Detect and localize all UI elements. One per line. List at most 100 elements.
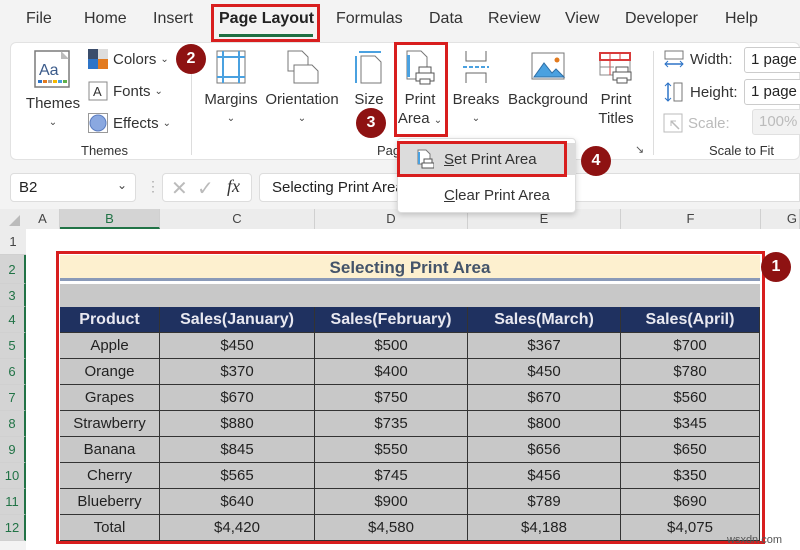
orientation-button[interactable]: Orientation ⌄ xyxy=(263,49,341,128)
print-titles-label-line1: Print xyxy=(600,91,632,108)
highlight-selected-range xyxy=(56,251,765,544)
select-all-button[interactable] xyxy=(0,209,26,229)
colors-button[interactable]: Colors ⌄ xyxy=(88,49,169,69)
confirm-icon[interactable]: ✓ xyxy=(197,176,214,201)
tab-formulas[interactable]: Formulas xyxy=(336,10,403,28)
width-label: Width: xyxy=(690,50,733,68)
tab-insert[interactable]: Insert xyxy=(153,10,193,28)
breaks-icon xyxy=(463,51,489,83)
row-header-1[interactable]: 1 xyxy=(0,229,26,255)
size-button[interactable]: Size xyxy=(347,49,391,109)
tab-developer[interactable]: Developer xyxy=(625,10,698,28)
background-label: Background xyxy=(507,91,589,108)
column-header-b[interactable]: B xyxy=(60,209,160,229)
chevron-down-icon: ⌄ xyxy=(48,117,58,128)
margins-button[interactable]: Margins ⌄ xyxy=(201,49,261,128)
clear-print-area-label: Clear Print Area xyxy=(444,186,550,204)
watermark: wsxdn.com xyxy=(727,534,783,546)
effects-icon xyxy=(88,113,108,133)
chevron-down-icon: ⌄ xyxy=(297,113,307,124)
tab-view[interactable]: View xyxy=(565,10,599,28)
scale-control: Scale: xyxy=(663,113,730,133)
fonts-button[interactable]: A Fonts ⌄ xyxy=(88,81,163,101)
height-select[interactable]: 1 page xyxy=(744,79,800,105)
chevron-down-icon: ⌄ xyxy=(160,53,169,65)
name-box-value: B2 xyxy=(19,179,38,196)
column-header-g[interactable]: G xyxy=(761,209,800,229)
width-icon xyxy=(664,50,684,68)
insert-function-icon[interactable]: fx xyxy=(227,176,240,197)
tab-file[interactable]: File xyxy=(26,10,52,28)
chevron-down-icon: ⌄ xyxy=(154,85,163,97)
highlight-set-print-area xyxy=(397,141,567,177)
cancel-icon[interactable]: ✕ xyxy=(171,176,188,201)
row-header-3[interactable]: 3 xyxy=(0,284,26,307)
row-header-5[interactable]: 5 xyxy=(0,333,26,359)
scale-label: Scale: xyxy=(688,114,730,132)
background-button[interactable]: Background xyxy=(505,49,591,109)
highlight-page-layout-tab xyxy=(211,4,320,42)
highlight-print-area-button xyxy=(394,42,448,137)
width-control: Width: xyxy=(663,49,733,69)
print-titles-button[interactable]: Print Titles xyxy=(593,49,639,128)
step-badge-3: 3 xyxy=(356,108,386,138)
column-header-c[interactable]: C xyxy=(160,209,315,229)
chevron-down-icon: ⌄ xyxy=(471,113,481,124)
margins-label: Margins xyxy=(204,91,258,108)
chevron-down-icon: ⌄ xyxy=(162,117,171,129)
height-label: Height: xyxy=(690,83,738,101)
breaks-button[interactable]: Breaks ⌄ xyxy=(451,49,501,128)
fonts-label: Fonts xyxy=(113,82,151,100)
step-badge-4: 4 xyxy=(581,146,611,176)
themes-icon: Aa xyxy=(34,50,70,88)
step-badge-1: 1 xyxy=(761,252,791,282)
size-label: Size xyxy=(354,91,384,108)
themes-button[interactable]: Aa Themes ⌄ xyxy=(23,49,83,132)
tab-help[interactable]: Help xyxy=(725,10,758,28)
row-header-12[interactable]: 12 xyxy=(0,515,26,541)
row-header-9[interactable]: 9 xyxy=(0,437,26,463)
height-icon xyxy=(664,82,683,102)
orientation-label: Orientation xyxy=(265,91,339,108)
formula-buttons: ✕ ✓ fx xyxy=(162,173,252,202)
height-control: Height: xyxy=(663,81,738,103)
tab-data[interactable]: Data xyxy=(429,10,463,28)
svg-text:Aa: Aa xyxy=(39,62,59,79)
effects-label: Effects xyxy=(113,114,159,132)
colors-icon xyxy=(88,49,108,69)
scale-input[interactable]: 100% xyxy=(752,109,800,135)
row-header-11[interactable]: 11 xyxy=(0,489,26,515)
orientation-icon xyxy=(287,50,319,84)
row-header-7[interactable]: 7 xyxy=(0,385,26,411)
row-header-8[interactable]: 8 xyxy=(0,411,26,437)
name-box[interactable]: B2 ⌄ xyxy=(10,173,136,202)
group-separator xyxy=(653,51,654,155)
menu-tabs: File Home Insert Page Layout Formulas Da… xyxy=(0,0,800,40)
tab-review[interactable]: Review xyxy=(488,10,540,28)
select-all-icon xyxy=(9,215,20,226)
clear-print-area-menu-item[interactable]: Clear Print Area xyxy=(398,179,575,211)
size-icon xyxy=(355,51,382,84)
page-setup-dialog-launcher-icon[interactable]: ↘ xyxy=(635,143,644,156)
colors-label: Colors xyxy=(113,50,157,68)
effects-button[interactable]: Effects ⌄ xyxy=(88,113,171,133)
chevron-down-icon: ⌄ xyxy=(226,113,236,124)
column-header-f[interactable]: F xyxy=(621,209,761,229)
svg-text:A: A xyxy=(93,84,102,99)
row-header-10[interactable]: 10 xyxy=(0,463,26,489)
themes-label: Themes xyxy=(25,95,81,112)
row-header-2[interactable]: 2 xyxy=(0,255,26,284)
print-titles-icon xyxy=(599,52,632,84)
breaks-label: Breaks xyxy=(452,91,500,108)
print-titles-label-line2: Titles xyxy=(598,110,634,127)
themes-group-label: Themes xyxy=(81,143,128,158)
width-select[interactable]: 1 page xyxy=(744,47,800,73)
chevron-down-icon[interactable]: ⌄ xyxy=(117,178,127,192)
tab-home[interactable]: Home xyxy=(84,10,127,28)
scale-icon xyxy=(663,113,683,133)
more-options-icon[interactable]: ⋮ xyxy=(146,178,160,195)
margins-icon xyxy=(216,50,246,84)
column-header-a[interactable]: A xyxy=(26,209,60,229)
row-header-6[interactable]: 6 xyxy=(0,359,26,385)
row-header-4[interactable]: 4 xyxy=(0,307,26,333)
